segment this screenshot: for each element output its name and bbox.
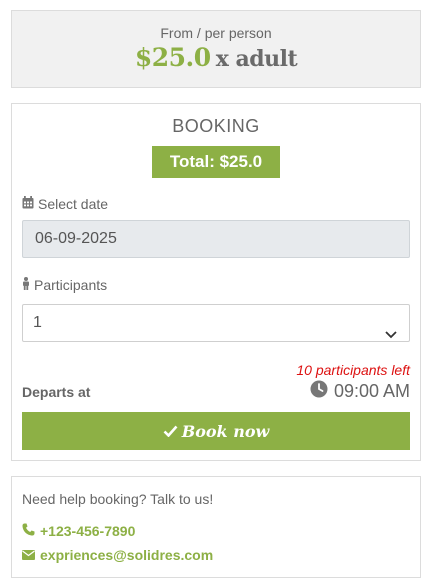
book-now-button[interactable]: Book now [22,412,410,450]
help-text: Need help booking? Talk to us! [22,491,214,507]
price-from-label: From / per person [160,25,272,41]
book-now-label: Book now [181,421,270,441]
clock-icon [310,380,328,403]
check-icon [163,422,178,441]
departs-time-value: 09:00 AM [333,381,410,401]
participants-label-text: Participants [34,277,108,293]
total-badge: Total: $25.0 [152,146,280,178]
select-date-label: Select date [22,196,108,212]
departs-time: 09:00 AM [310,380,410,403]
departs-label: Departs at [22,384,91,400]
participants-select-value: 1 [33,314,42,331]
envelope-icon [22,547,35,563]
email-link[interactable]: expriences@solidres.com [22,547,213,563]
person-icon [22,277,30,293]
price-amount: $25.0 [134,43,211,72]
calendar-icon [22,196,34,212]
price-line: $25.0 x adult [12,43,420,72]
phone-icon [22,523,35,539]
participants-select[interactable]: 1 [22,304,410,342]
select-date-label-text: Select date [38,196,109,212]
booking-panel: BOOKING Total: $25.0 Select date 06-09-2… [11,103,421,461]
participants-label: Participants [22,277,107,293]
email-text: expriences@solidres.com [40,547,214,563]
price-panel: From / per person $25.0 x adult [11,10,421,88]
phone-text: +123-456-7890 [40,523,136,539]
help-panel: Need help booking? Talk to us! +123-456-… [11,476,421,578]
booking-title: BOOKING [172,116,260,136]
chevron-down-icon [385,317,397,353]
date-field[interactable]: 06-09-2025 [22,220,410,258]
price-unit: x adult [215,46,298,72]
phone-link[interactable]: +123-456-7890 [22,523,135,539]
participants-left-note: 10 participants left [296,362,410,378]
